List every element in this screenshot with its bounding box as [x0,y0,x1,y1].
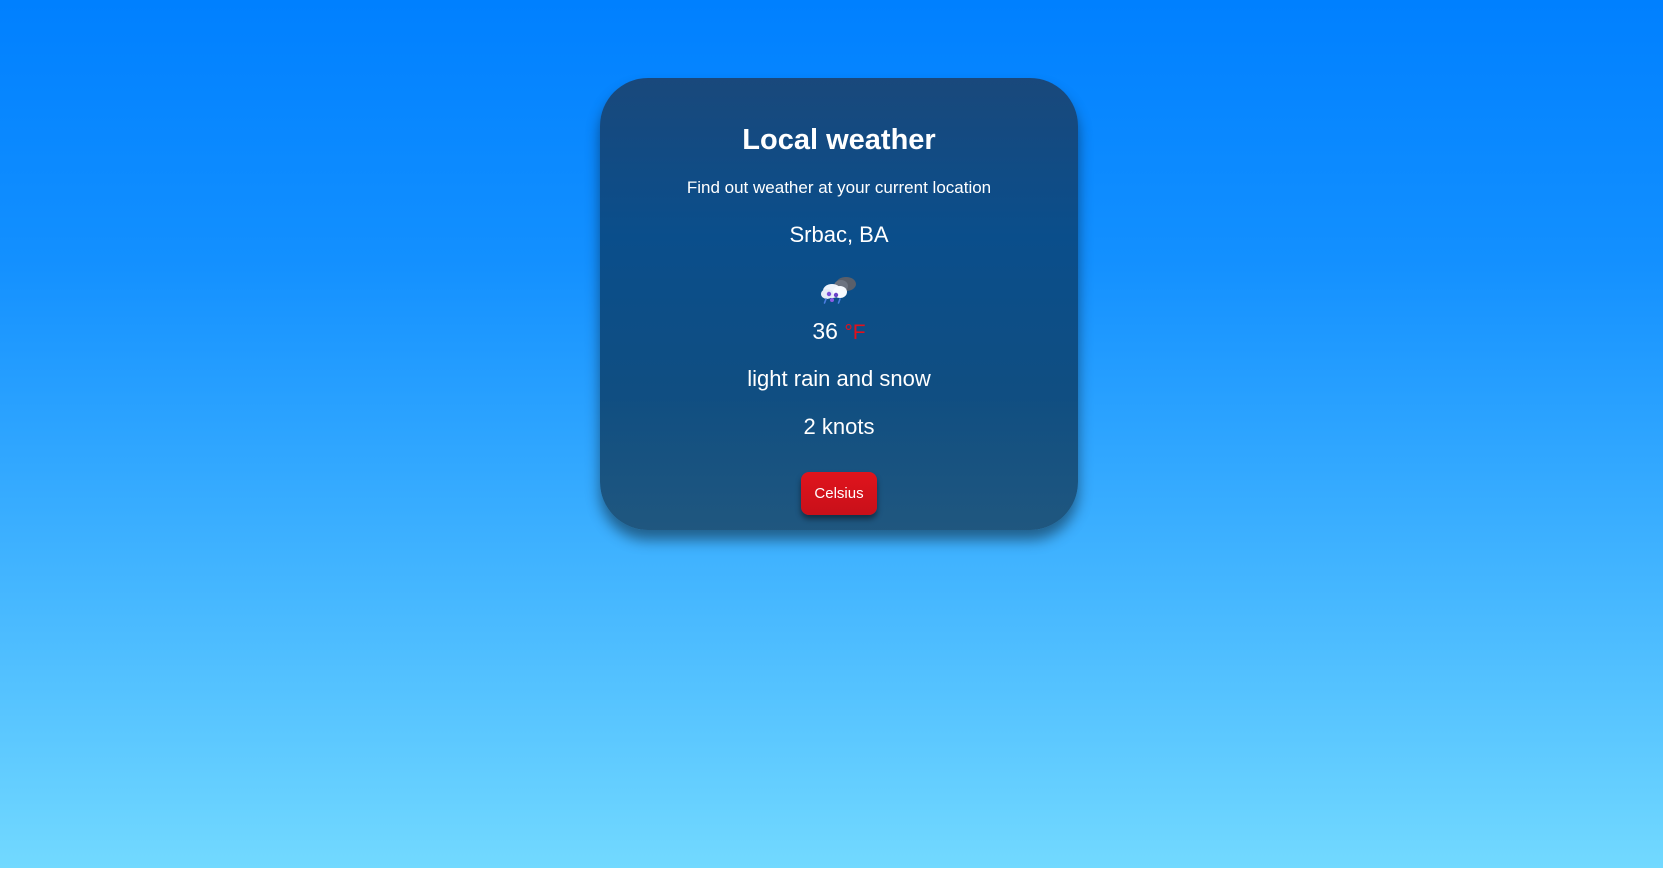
scrollbar-track[interactable] [1663,0,1674,878]
rain-snow-cloud-icon [821,277,856,304]
page-subtitle: Find out weather at your current locatio… [686,178,992,197]
location-text: Srbac, BA [789,222,889,247]
celsius-toggle-button[interactable]: Celsius [801,472,877,515]
weather-description: light rain and snow [747,366,931,391]
temperature-readout: 36 °F [600,318,1078,345]
page-bottom-edge [0,868,1674,878]
temperature-value: 36 [812,318,838,344]
weather-card: Local weather Find out weather at your c… [600,78,1078,530]
sky-background: Local weather Find out weather at your c… [0,0,1674,868]
wind-speed: 2 knots [803,414,875,439]
page-title: Local weather [742,124,936,156]
temperature-unit[interactable]: °F [844,321,865,344]
